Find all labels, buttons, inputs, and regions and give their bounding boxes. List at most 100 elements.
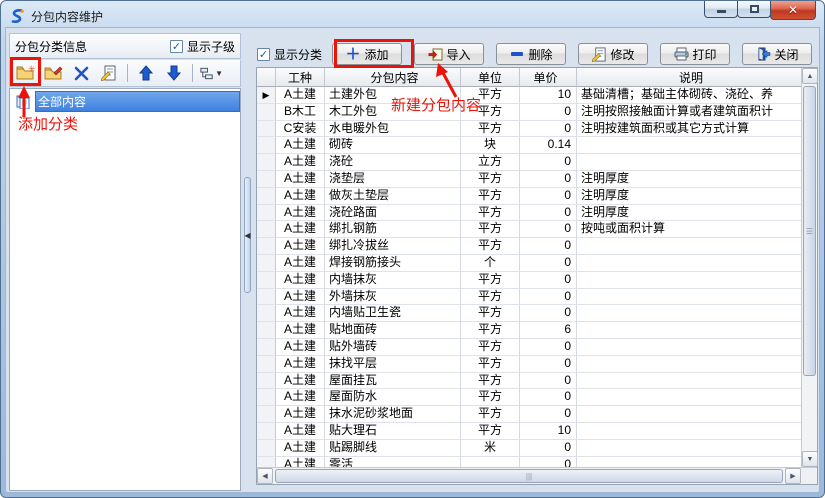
edit-folder-icon (44, 65, 63, 81)
move-up-button[interactable] (134, 63, 158, 84)
panel-splitter[interactable]: ◀ (244, 177, 251, 293)
table-row[interactable]: A土建 抹水泥砂浆地面 平方 0 (257, 406, 801, 423)
scroll-left-icon[interactable]: ◀ (257, 468, 273, 484)
table-row[interactable]: A土建 浇砼路面 平方 0 注明厚度 (257, 205, 801, 222)
row-selector-cell (257, 322, 276, 339)
cell-note (577, 339, 801, 356)
checkbox-checked-icon: ✓ (257, 48, 270, 61)
cell-note (577, 406, 801, 423)
app-icon (9, 8, 25, 24)
edit-category-button[interactable] (41, 63, 65, 84)
move-down-button[interactable] (162, 63, 186, 84)
cell-content: 绑扎钢筋 (325, 221, 461, 238)
tree-item-all-content[interactable]: 全部内容 (10, 92, 240, 111)
cell-content: 贴踢脚线 (325, 440, 461, 457)
delete-category-button[interactable] (69, 63, 93, 84)
close-dialog-button[interactable]: 关闭 (742, 43, 812, 65)
table-row[interactable]: A土建 浇砼 立方 0 (257, 154, 801, 171)
table-row[interactable]: A土建 绑扎冷拔丝 平方 0 (257, 238, 801, 255)
cell-price: 10 (520, 423, 577, 440)
print-button-label: 打印 (693, 46, 717, 63)
cell-trade: A土建 (276, 373, 325, 390)
vertical-scroll-thumb[interactable]: ☰ (803, 86, 816, 376)
table-row[interactable]: B木工 木工外包 平方 0 注明按照接触面计算或者建筑面积计 (257, 104, 801, 121)
column-header-trade[interactable]: 工种 (276, 68, 325, 87)
horizontal-scroll-thumb[interactable]: ||| (275, 469, 783, 483)
table-row[interactable]: A土建 抹找平层 平方 0 (257, 356, 801, 373)
table-row[interactable]: A土建 贴外墙砖 平方 0 (257, 339, 801, 356)
table-row[interactable]: A土建 贴大理石 平方 10 (257, 423, 801, 440)
cell-unit: 平方 (461, 289, 520, 306)
show-sublevel-label: 显示子级 (187, 38, 235, 55)
rename-note-icon (101, 65, 117, 81)
show-category-checkbox[interactable]: ✓ 显示分类 (257, 46, 322, 63)
table-row[interactable]: A土建 零活 0 (257, 457, 801, 467)
toolbar-separator (192, 64, 193, 82)
scroll-up-icon[interactable]: ▲ (802, 68, 818, 84)
annotation-new-subcontract: 新建分包内容 (391, 94, 481, 115)
table-row[interactable]: ▶ A土建 土建外包 平方 10 基础清槽；基础主体砌砖、浇砼、养 (257, 87, 801, 104)
table-row[interactable]: A土建 焊接钢筋接头 个 0 (257, 255, 801, 272)
cell-unit: 个 (461, 255, 520, 272)
delete-button-label: 删除 (529, 46, 553, 63)
cell-content: 砌砖 (325, 137, 461, 154)
cell-note (577, 289, 801, 306)
cell-price: 0 (520, 121, 577, 138)
table-row[interactable]: A土建 屋面防水 平方 0 (257, 389, 801, 406)
table-row[interactable]: A土建 绑扎钢筋 平方 0 按吨或面积计算 (257, 221, 801, 238)
row-selector-cell (257, 272, 276, 289)
vertical-scrollbar[interactable]: ▲ ☰ ▼ (801, 68, 817, 467)
cell-unit: 平方 (461, 423, 520, 440)
maximize-button[interactable] (737, 1, 771, 18)
cell-unit: 平方 (461, 205, 520, 222)
category-panel-header: 分包分类信息 ✓ 显示子级 (9, 33, 241, 59)
cell-price: 0 (520, 457, 577, 467)
rename-category-button[interactable] (97, 63, 121, 84)
table-row[interactable]: A土建 贴地面砖 平方 6 (257, 322, 801, 339)
table-row[interactable]: A土建 砌砖 块 0.14 (257, 137, 801, 154)
cell-content: 内墙抹灰 (325, 272, 461, 289)
print-button[interactable]: 打印 (660, 43, 730, 65)
cell-note (577, 255, 801, 272)
table-row[interactable]: A土建 内墙贴卫生瓷 平方 0 (257, 305, 801, 322)
cell-content: 贴大理石 (325, 423, 461, 440)
column-header-note[interactable]: 说明 (577, 68, 801, 87)
row-selector-cell: ▶ (257, 87, 276, 104)
cell-trade: A土建 (276, 205, 325, 222)
cell-trade: A土建 (276, 87, 325, 104)
table-row[interactable]: A土建 做灰土垫层 平方 0 注明厚度 (257, 188, 801, 205)
cell-note: 按吨或面积计算 (577, 221, 801, 238)
cell-unit: 平方 (461, 356, 520, 373)
show-sublevel-checkbox[interactable]: ✓ 显示子级 (170, 38, 235, 55)
table-header: 工种 分包内容 单位 单价 说明 (257, 68, 801, 87)
view-layout-button[interactable]: ▼ (199, 63, 223, 84)
category-panel-title: 分包分类信息 (15, 38, 87, 55)
minimize-button[interactable] (704, 1, 738, 18)
cell-price: 0 (520, 356, 577, 373)
modify-button[interactable]: 修改 (578, 43, 648, 65)
cell-content: 屋面挂瓦 (325, 373, 461, 390)
table-row[interactable]: A土建 贴踢脚线 米 0 (257, 440, 801, 457)
table-row[interactable]: C安装 水电暖外包 平方 0 注明按建筑面积或其它方式计算 (257, 121, 801, 138)
row-selector-cell (257, 289, 276, 306)
cell-content: 做灰土垫层 (325, 188, 461, 205)
column-header-unit[interactable]: 单位 (461, 68, 520, 87)
horizontal-scrollbar[interactable]: ◀ ||| ▶ (257, 467, 817, 484)
close-button[interactable]: ✕ (770, 1, 816, 20)
cell-content: 贴外墙砖 (325, 339, 461, 356)
column-header-price[interactable]: 单价 (520, 68, 577, 87)
scroll-right-icon[interactable]: ▶ (785, 468, 801, 484)
cell-unit: 平方 (461, 322, 520, 339)
table-row[interactable]: A土建 浇垫层 平方 0 注明厚度 (257, 171, 801, 188)
cell-trade: A土建 (276, 389, 325, 406)
cell-note (577, 137, 801, 154)
cell-unit (461, 457, 520, 467)
delete-button[interactable]: 删除 (496, 43, 566, 65)
table-row[interactable]: A土建 外墙抹灰 平方 0 (257, 289, 801, 306)
cell-price: 0 (520, 289, 577, 306)
cell-price: 6 (520, 322, 577, 339)
scroll-down-icon[interactable]: ▼ (802, 451, 818, 467)
table-row[interactable]: A土建 屋面挂瓦 平方 0 (257, 373, 801, 390)
table-row[interactable]: A土建 内墙抹灰 平方 0 (257, 272, 801, 289)
row-selector-cell (257, 440, 276, 457)
